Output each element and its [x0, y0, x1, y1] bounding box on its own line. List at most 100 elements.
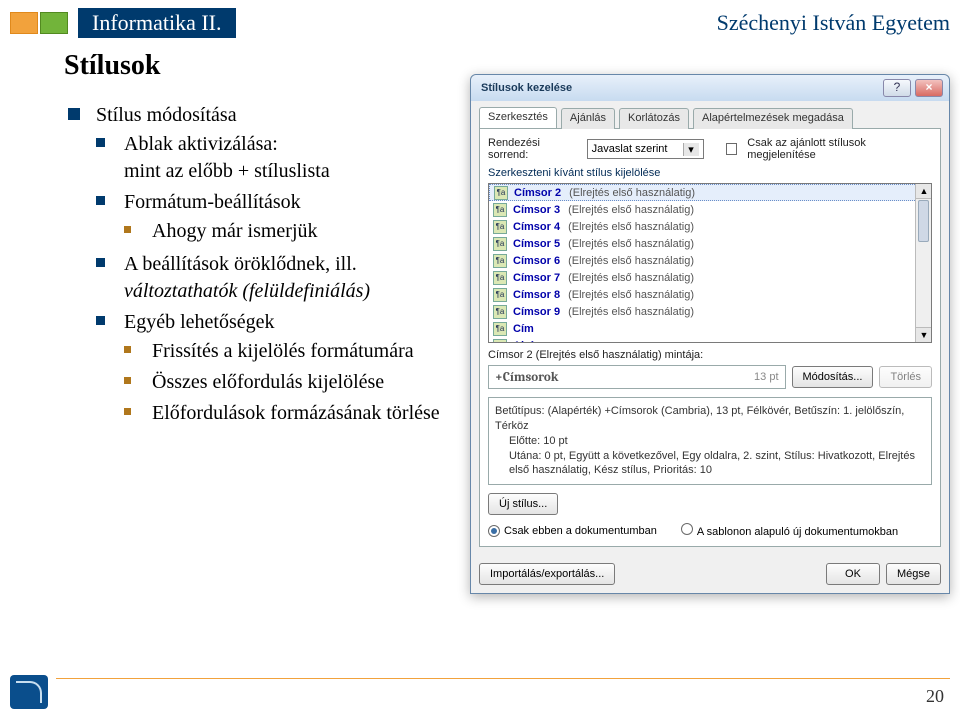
- modify-button[interactable]: Módosítás...: [792, 366, 874, 388]
- style-name: Címsor 6: [513, 255, 560, 267]
- list-item[interactable]: ¶a Cím: [489, 320, 931, 337]
- cancel-button[interactable]: Mégse: [886, 563, 941, 585]
- style-note: (Elrejtés első használatig): [568, 255, 694, 267]
- decor-block-orange: [10, 12, 38, 34]
- outline-l3: Előfordulások formázásának törlése: [124, 398, 458, 429]
- style-name: Címsor 3: [513, 204, 560, 216]
- page-number: 20: [926, 686, 944, 707]
- bullet-icon: [124, 408, 131, 415]
- scroll-thumb[interactable]: [918, 200, 929, 242]
- preview-size: 13 pt: [754, 371, 778, 383]
- list-item[interactable]: ¶aAlcím: [489, 337, 931, 342]
- radio-this-doc-label: Csak ebben a dokumentumban: [504, 525, 657, 537]
- radio-this-doc[interactable]: [488, 525, 500, 537]
- radio-template-label: A sablonon alapuló új dokumentumokban: [697, 526, 898, 538]
- dialog-title: Stílusok kezelése: [481, 82, 879, 94]
- style-note: (Elrejtés első használatig): [568, 238, 694, 250]
- bullet-icon: [96, 196, 105, 205]
- outline-l2: Ablak aktivizálása: mint az előbb + stíl…: [96, 129, 458, 187]
- scope-radios: Csak ebben a dokumentumban A sablonon al…: [488, 523, 932, 538]
- outline-l2: Formátum-beállítások Ahogy már ismerjük: [96, 187, 458, 249]
- list-item[interactable]: ¶a Címsor 7 (Elrejtés első használatig): [489, 269, 931, 286]
- list-item[interactable]: ¶a Címsor 9 (Elrejtés első használatig): [489, 303, 931, 320]
- paragraph-style-icon: ¶a: [493, 288, 507, 302]
- style-note: (Elrejtés első használatig): [568, 306, 694, 318]
- paragraph-style-icon: ¶a: [493, 203, 507, 217]
- list-item[interactable]: ¶a Címsor 6 (Elrejtés első használatig): [489, 252, 931, 269]
- dialog-body: Rendezési sorrend: Javaslat szerint ▾ Cs…: [479, 129, 941, 547]
- outline-l3: Összes előfordulás kijelölése: [124, 367, 458, 398]
- manage-styles-dialog: Stílusok kezelése ? × Szerkesztés Ajánlá…: [470, 74, 950, 594]
- tab-defaults[interactable]: Alapértelmezések megadása: [693, 108, 853, 129]
- scroll-up-button[interactable]: ▲: [916, 184, 932, 199]
- style-note: (Elrejtés első használatig): [568, 221, 694, 233]
- list-item[interactable]: ¶a Címsor 4 (Elrejtés első használatig): [489, 218, 931, 235]
- paragraph-style-icon: ¶a: [494, 186, 508, 200]
- paragraph-style-icon: ¶a: [493, 305, 507, 319]
- bullet-icon: [96, 138, 105, 147]
- import-export-button[interactable]: Importálás/exportálás...: [479, 563, 615, 585]
- preview-box: +Címsorok 13 pt: [488, 365, 786, 389]
- paragraph-style-icon: ¶a: [493, 322, 507, 336]
- style-name: Címsor 2: [514, 187, 561, 199]
- list-item[interactable]: ¶a Címsor 3 (Elrejtés első használatig): [489, 201, 931, 218]
- outline-l2: Egyéb lehetőségek Frissítés a kijelölés …: [96, 307, 458, 431]
- only-recommended-label: Csak az ajánlott stílusok megjelenítése: [747, 137, 932, 161]
- chevron-down-icon: ▾: [683, 143, 699, 156]
- paragraph-style-icon: ¶a: [493, 220, 507, 234]
- divider: [56, 678, 950, 679]
- sort-combo[interactable]: Javaslat szerint ▾: [587, 139, 704, 159]
- bullet-icon: [124, 346, 131, 353]
- style-name: Cím: [513, 323, 534, 335]
- outline: Stílus módosítása Ablak aktivizálása: mi…: [68, 100, 458, 433]
- radio-template[interactable]: [681, 523, 693, 535]
- outline-l2: A beállítások öröklődnek, ill. változtat…: [96, 249, 458, 307]
- list-item[interactable]: ¶aCímsor 8(Elrejtés első használatig): [489, 286, 931, 303]
- bullet-icon: [68, 108, 80, 120]
- style-note: (Elrejtés első használatig): [568, 204, 694, 216]
- course-title: Informatika II.: [78, 8, 236, 38]
- scroll-down-button[interactable]: ▼: [916, 327, 932, 342]
- tab-edit[interactable]: Szerkesztés: [479, 107, 557, 128]
- bullet-icon: [96, 258, 105, 267]
- list-item[interactable]: ¶a Címsor 2 (Elrejtés első használatig): [489, 184, 931, 201]
- tab-recommend[interactable]: Ajánlás: [561, 108, 615, 129]
- close-button[interactable]: ×: [915, 79, 943, 97]
- style-name: Címsor 5: [513, 238, 560, 250]
- preview-label: Címsor 2 (Elrejtés első használatig) min…: [488, 349, 932, 361]
- ok-button[interactable]: OK: [826, 563, 880, 585]
- sort-label: Rendezési sorrend:: [488, 137, 581, 161]
- only-recommended-checkbox[interactable]: [726, 143, 738, 155]
- style-note: (Elrejtés első használatig): [569, 187, 695, 199]
- style-note: (Elrejtés első használatig): [568, 272, 694, 284]
- university-name: Széchenyi István Egyetem: [717, 10, 950, 36]
- style-note: (Elrejtés első használatig): [568, 289, 694, 301]
- tab-restrict[interactable]: Korlátozás: [619, 108, 689, 129]
- list-item[interactable]: ¶a Címsor 5 (Elrejtés első használatig): [489, 235, 931, 252]
- dialog-tabs: Szerkesztés Ajánlás Korlátozás Alapértel…: [471, 101, 949, 128]
- style-name: Címsor 9: [513, 306, 560, 318]
- dialog-footer: Importálás/exportálás... OK Mégse: [471, 555, 949, 593]
- style-list[interactable]: ¶aCímsor 2(Elrejtés első használatig)¶aC…: [488, 183, 932, 343]
- delete-button[interactable]: Törlés: [879, 366, 932, 388]
- sort-value: Javaslat szerint: [592, 143, 668, 155]
- style-name: Címsor 7: [513, 272, 560, 284]
- style-name: Címsor 4: [513, 221, 560, 233]
- bullet-icon: [124, 226, 131, 233]
- paragraph-style-icon: ¶a: [493, 271, 507, 285]
- style-name: Alcím: [513, 340, 543, 343]
- help-button[interactable]: ?: [883, 79, 911, 97]
- outline-l1: Stílus módosítása Ablak aktivizálása: mi…: [68, 100, 458, 433]
- preview-style-name: +Címsorok: [495, 370, 558, 385]
- university-logo: [10, 675, 48, 709]
- paragraph-style-icon: ¶a: [493, 237, 507, 251]
- dialog-titlebar[interactable]: Stílusok kezelése ? ×: [471, 75, 949, 101]
- new-style-button[interactable]: Új stílus...: [488, 493, 558, 515]
- scrollbar[interactable]: ▲ ▼: [915, 184, 931, 342]
- slide-header: Informatika II. Széchenyi István Egyetem: [10, 6, 950, 40]
- paragraph-style-icon: ¶a: [493, 254, 507, 268]
- style-description: Betűtípus: (Alapérték) +Címsorok (Cambri…: [488, 397, 932, 485]
- outline-l3: Frissítés a kijelölés formátumára: [124, 336, 458, 367]
- bullet-icon: [96, 316, 105, 325]
- outline-l3: Ahogy már ismerjük: [124, 216, 458, 247]
